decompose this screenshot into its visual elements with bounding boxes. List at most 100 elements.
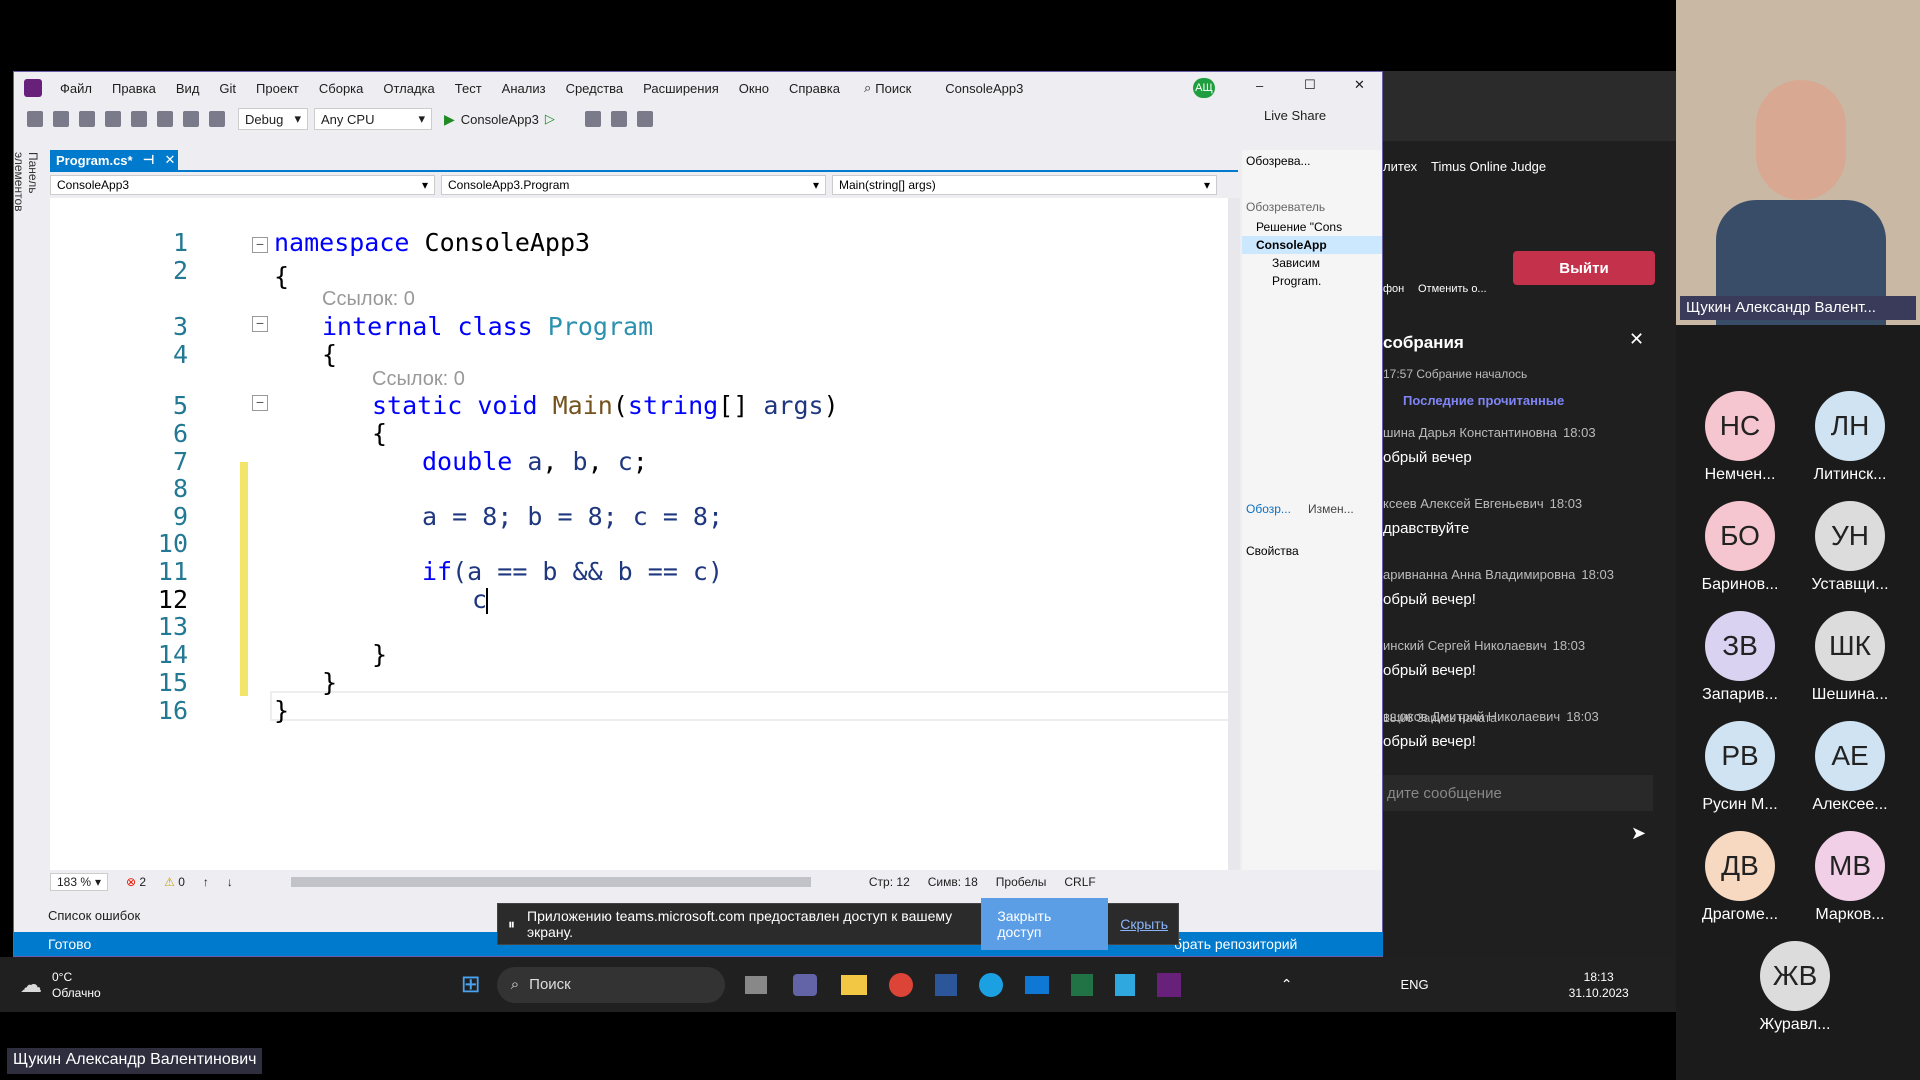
debug-tools-icon[interactable]: [584, 111, 601, 127]
tree-project[interactable]: ConsoleApp: [1242, 236, 1382, 254]
code-editor[interactable]: 1 2 3 4 5 6 7 8 9 10 11 12 13 14 15 16 − − − namespace …: [50, 198, 1260, 870]
explorer-search[interactable]: Обозреватель: [1242, 172, 1382, 218]
notepad-icon[interactable]: [1114, 973, 1135, 996]
open-icon[interactable]: [105, 111, 121, 127]
project-dropdown[interactable]: ConsoleApp3 ▾: [50, 175, 435, 195]
send-icon[interactable]: ➤: [1631, 823, 1646, 844]
menu-item[interactable]: Отладка: [373, 81, 444, 96]
participant-avatar[interactable]: РВ: [1705, 721, 1775, 791]
changes-tab[interactable]: Измен...: [1308, 502, 1354, 516]
close-button[interactable]: ✕: [1354, 77, 1365, 93]
column-indicator[interactable]: Симв: 18: [928, 875, 978, 889]
participant-avatar[interactable]: ЖВ: [1760, 941, 1830, 1011]
search-icon[interactable]: ⌕: [864, 80, 871, 96]
menu-item[interactable]: Окно: [729, 81, 779, 96]
close-tab-icon[interactable]: ✕: [164, 152, 175, 168]
tab-program-cs[interactable]: Program.cs* ⊣ ✕: [50, 150, 178, 170]
pin-icon[interactable]: ⊣: [143, 152, 155, 168]
step-icon[interactable]: [610, 111, 627, 127]
eol-indicator[interactable]: CRLF: [1064, 875, 1095, 889]
fold-toggle[interactable]: −: [252, 316, 268, 332]
platform-select[interactable]: Any CPU ▾: [314, 108, 432, 130]
forward-icon[interactable]: [53, 111, 69, 127]
file-explorer-icon[interactable]: [840, 974, 867, 995]
menu-item[interactable]: Расширения: [633, 81, 729, 96]
message-input[interactable]: дите сообщение: [1383, 775, 1653, 811]
mail-icon[interactable]: [1024, 975, 1049, 994]
live-share-button[interactable]: Live Share: [1264, 108, 1326, 123]
vertical-scrollbar[interactable]: [1228, 198, 1240, 870]
tray-chevron-icon[interactable]: ⌃: [1281, 976, 1293, 993]
chrome-icon[interactable]: [888, 972, 913, 997]
tree-solution[interactable]: Решение "Cons: [1242, 218, 1382, 236]
participant-avatar[interactable]: ЛН: [1815, 391, 1885, 461]
participant-avatar[interactable]: НС: [1705, 391, 1775, 461]
maximize-button[interactable]: ☐: [1304, 77, 1316, 93]
fold-toggle[interactable]: −: [252, 237, 268, 253]
participant-avatar[interactable]: ДВ: [1705, 831, 1775, 901]
warning-count[interactable]: ⚠ 0: [164, 875, 185, 889]
undo-icon[interactable]: [183, 111, 199, 127]
run-button[interactable]: ConsoleApp3: [461, 112, 539, 127]
edge-icon[interactable]: [978, 972, 1003, 997]
menu-item[interactable]: Средства: [556, 81, 634, 96]
repo-button[interactable]: брать репозиторий: [1174, 936, 1297, 952]
menu-item[interactable]: Правка: [102, 81, 166, 96]
tree-file[interactable]: Program.: [1242, 272, 1382, 290]
word-icon[interactable]: [934, 973, 957, 996]
leave-button[interactable]: Выйти: [1513, 251, 1655, 285]
bookmark-timus[interactable]: Timus Online Judge: [1431, 159, 1546, 174]
play-icon[interactable]: ▶: [444, 111, 455, 128]
participant-avatar[interactable]: МВ: [1815, 831, 1885, 901]
menu-item[interactable]: Файл: [50, 81, 102, 96]
config-select[interactable]: Debug ▾: [238, 108, 308, 130]
task-view-icon[interactable]: [744, 975, 767, 994]
cancel-label[interactable]: Отменить о...: [1418, 283, 1487, 295]
menu-item[interactable]: Вид: [166, 81, 210, 96]
weather-widget[interactable]: 0°C Облачно: [52, 969, 101, 1001]
hide-button[interactable]: Скрыть: [1120, 916, 1168, 932]
menu-item[interactable]: Git: [209, 81, 246, 96]
run-no-debug-icon[interactable]: ▷: [545, 111, 555, 127]
clock[interactable]: 18:13 31.10.2023: [1569, 969, 1629, 1001]
language-indicator[interactable]: ENG: [1400, 977, 1428, 992]
participant-avatar[interactable]: ШК: [1815, 611, 1885, 681]
horizontal-scrollbar[interactable]: [290, 877, 811, 887]
save-all-icon[interactable]: [157, 111, 173, 127]
fold-toggle[interactable]: −: [252, 395, 268, 411]
user-avatar[interactable]: АЩ: [1193, 78, 1215, 98]
menu-item[interactable]: Сборка: [309, 81, 374, 96]
close-chat-icon[interactable]: ✕: [1629, 329, 1644, 350]
redo-icon[interactable]: [209, 111, 225, 127]
visual-studio-icon[interactable]: [1156, 972, 1181, 997]
menu-item[interactable]: Справка: [779, 81, 850, 96]
back-icon[interactable]: [27, 111, 43, 127]
new-project-icon[interactable]: [79, 111, 95, 127]
down-arrow-icon[interactable]: ↓: [227, 875, 233, 889]
excel-icon[interactable]: [1070, 973, 1093, 996]
participant-avatar[interactable]: БО: [1705, 501, 1775, 571]
teams-app-icon[interactable]: [792, 973, 817, 996]
windows-start-icon[interactable]: ⊞: [461, 970, 481, 999]
error-list-tab[interactable]: Список ошибок: [48, 908, 140, 923]
tree-dependencies[interactable]: Зависим: [1242, 254, 1382, 272]
participant-avatar[interactable]: УН: [1815, 501, 1885, 571]
minimize-button[interactable]: –: [1256, 78, 1263, 93]
up-arrow-icon[interactable]: ↑: [203, 875, 209, 889]
error-count[interactable]: ⊗ 2: [126, 875, 146, 889]
code-lens-refs[interactable]: Ссылок: 0: [322, 288, 415, 311]
menu-item[interactable]: Тест: [445, 81, 492, 96]
line-indicator[interactable]: Стр: 12: [869, 875, 910, 889]
toolbox-label[interactable]: Панель элементов: [12, 152, 40, 252]
class-dropdown[interactable]: ConsoleApp3.Program ▾: [441, 175, 826, 195]
explorer-tab[interactable]: Обозр...: [1246, 502, 1291, 516]
menu-item[interactable]: Анализ: [492, 81, 556, 96]
whitespace-indicator[interactable]: Пробелы: [996, 875, 1047, 889]
bookmark-icon[interactable]: [636, 111, 653, 127]
taskbar-search[interactable]: ⌕ Поиск: [496, 966, 725, 1003]
member-dropdown[interactable]: Main(string[] args) ▾: [832, 175, 1217, 195]
search-menu[interactable]: Поиск: [875, 81, 911, 96]
participant-avatar[interactable]: ЗВ: [1705, 611, 1775, 681]
bookmark[interactable]: литех: [1383, 159, 1417, 174]
zoom-select[interactable]: 183 % ▾: [50, 873, 108, 891]
